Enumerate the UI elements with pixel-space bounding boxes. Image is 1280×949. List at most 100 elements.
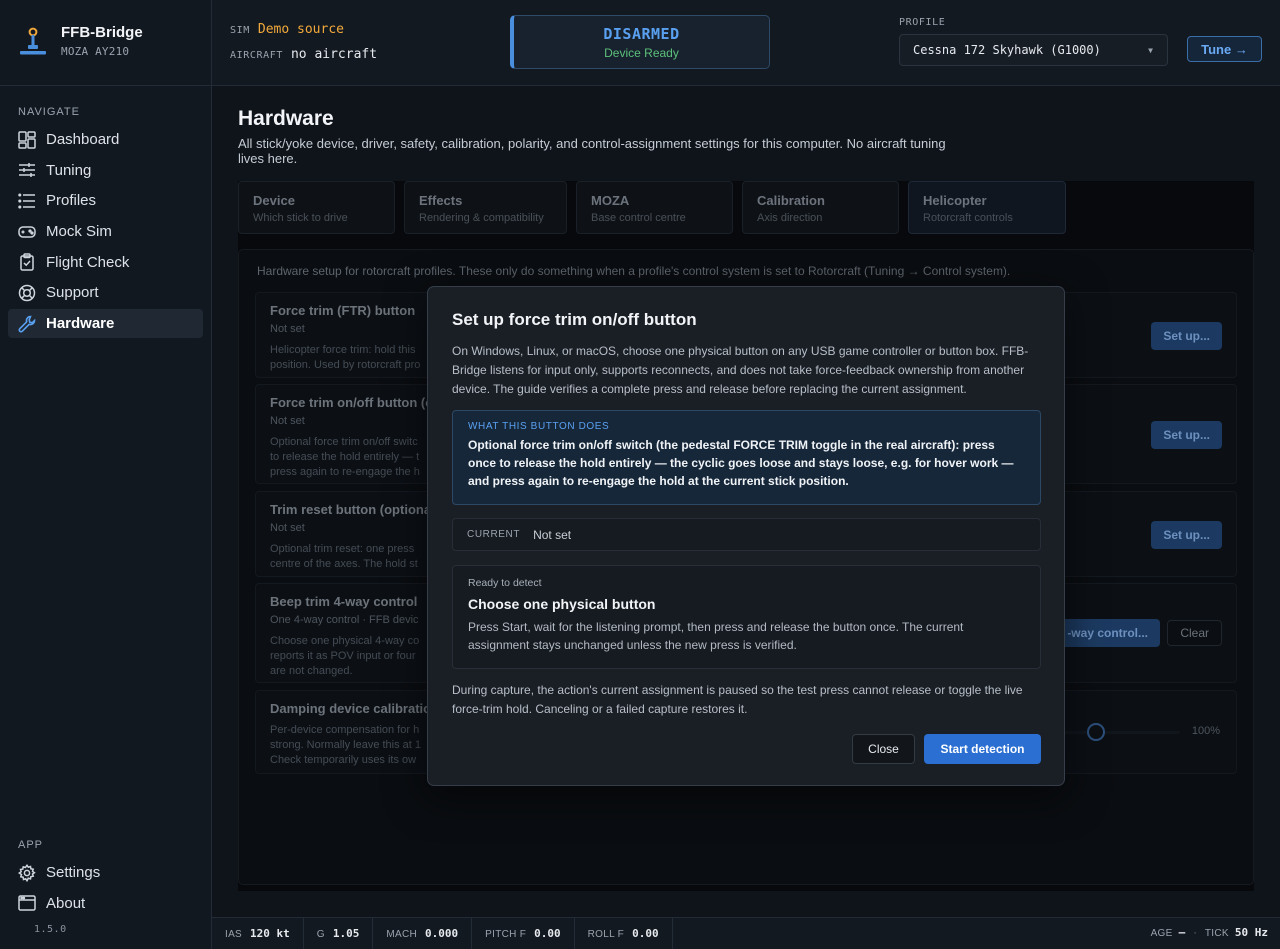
page-description: All stick/yoke device, driver, safety, c… [238, 136, 946, 166]
tab-helicopter[interactable]: Helicopter Rotorcraft controls [908, 181, 1066, 234]
list-icon [18, 193, 35, 209]
damping-slider-handle[interactable] [1087, 723, 1105, 741]
tab-subtitle: Rendering & compatibility [419, 212, 544, 224]
sidebar-item-label: Profiles [46, 192, 97, 210]
profile-label: PROFILE [899, 17, 946, 28]
tab-device[interactable]: Device Which stick to drive [238, 181, 395, 234]
start-detection-button[interactable]: Start detection [924, 734, 1041, 764]
card-description: Per-device compensation for h [270, 724, 420, 736]
tab-title: Helicopter [923, 193, 987, 208]
sidebar-item-label: About [46, 894, 86, 912]
sidebar-divider [0, 85, 211, 86]
card-description: Optional force trim on/off switc [270, 436, 418, 448]
stat-value: 0.00 [632, 926, 659, 940]
window-icon [18, 895, 36, 911]
chevron-down-icon: ▼ [1148, 45, 1153, 55]
sidebar-item-support[interactable]: Support [8, 278, 203, 307]
tab-moza[interactable]: MOZA Base control centre [576, 181, 733, 234]
damping-slider-track[interactable] [1056, 731, 1180, 734]
joystick-logo-icon [20, 27, 46, 55]
sidebar-item-label: Flight Check [46, 253, 130, 271]
close-button[interactable]: Close [852, 734, 915, 764]
page-title: Hardware [238, 107, 334, 130]
tune-button[interactable]: Tune → [1187, 36, 1262, 62]
sidebar-item-settings[interactable]: Settings [8, 858, 203, 887]
app-nav: Settings About [8, 858, 203, 919]
tab-title: Effects [419, 193, 463, 208]
stat-key: PITCH F [485, 928, 527, 940]
stat-value: 0.000 [425, 926, 459, 940]
tab-calibration[interactable]: Calibration Axis direction [742, 181, 899, 234]
sidebar-item-flight-check[interactable]: Flight Check [8, 248, 203, 277]
sidebar-item-dashboard[interactable]: Dashboard [8, 125, 203, 154]
card-description: Check temporarily uses its ow [270, 754, 417, 766]
tick-value: 50 Hz [1234, 926, 1268, 939]
sidebar-item-label: Dashboard [46, 131, 120, 148]
card-status: Not set [270, 415, 305, 427]
tab-effects[interactable]: Effects Rendering & compatibility [404, 181, 567, 234]
stat-pitch-force: PITCH F 0.00 [472, 917, 575, 949]
stat-value: 1.05 [332, 926, 360, 940]
sidebar-item-profiles[interactable]: Profiles [8, 186, 203, 215]
set-up-button[interactable]: Set up... [1151, 521, 1222, 549]
card-description: centre of the axes. The hold st [270, 558, 418, 570]
sidebar-item-label: Settings [46, 864, 101, 881]
card-description: to release the hold entirely — t [270, 451, 420, 463]
detection-box: Ready to detect Choose one physical butt… [452, 565, 1041, 669]
age-key: AGE [1150, 928, 1173, 939]
stat-key: MACH [386, 928, 418, 940]
tab-title: Device [253, 193, 295, 208]
device-ready-status: Device Ready [604, 46, 679, 60]
card-description: Choose one physical 4-way co [270, 635, 420, 647]
set-up-4-way-control-button[interactable]: -way control... [1055, 619, 1160, 647]
card-description: position. Used by rotorcraft pro [270, 359, 421, 371]
sliders-icon [19, 163, 35, 178]
app-version: 1.5.0 [34, 924, 67, 935]
set-up-button[interactable]: Set up... [1151, 322, 1222, 350]
status-bar: IAS 120 kt G 1.05 MACH 0.000 PITCH F 0.0… [212, 917, 1280, 949]
gamepad-icon [18, 225, 36, 238]
app-heading: APP [18, 839, 44, 851]
sidebar-item-mock-sim[interactable]: Mock Sim [8, 217, 203, 246]
stat-value: 120 kt [250, 926, 290, 940]
stat-ias: IAS 120 kt [212, 917, 304, 949]
tab-subtitle: Rotorcraft controls [923, 212, 1013, 224]
arm-status-button[interactable]: DISARMED Device Ready [510, 15, 770, 69]
brand: FFB-Bridge MOZA AY210 [18, 24, 143, 58]
sidebar-item-label: Support [46, 284, 99, 302]
sidebar-item-hardware[interactable]: Hardware [8, 309, 203, 339]
card-title: Beep trim 4-way control [270, 594, 418, 609]
detection-status: Ready to detect [468, 577, 542, 589]
tab-subtitle: Base control centre [591, 212, 686, 224]
aircraft-key: AIRCRAFT [230, 50, 283, 61]
damping-value: 100% [1191, 725, 1220, 737]
sidebar-item-tuning[interactable]: Tuning [8, 156, 203, 185]
card-status: Not set [270, 522, 305, 534]
capture-note: During capture, the action's current ass… [452, 683, 1023, 716]
wrench-icon [18, 315, 36, 333]
status-right: AGE — · TICK 50 Hz [1151, 918, 1268, 949]
detection-title: Choose one physical button [468, 596, 656, 612]
card-description: Optional trim reset: one press [270, 543, 415, 555]
stat-key: G [316, 928, 325, 940]
card-title: Trim reset button (optiona [270, 502, 432, 517]
card-description: strong. Normally leave this at 1 [270, 739, 422, 751]
aircraft-value: no aircraft [290, 47, 378, 62]
tab-subtitle: Which stick to drive [253, 212, 348, 224]
nav-heading: NAVIGATE [18, 106, 80, 118]
set-up-button[interactable]: Set up... [1151, 421, 1222, 449]
profile-select[interactable]: Cessna 172 Skyhawk (G1000) ▼ [899, 34, 1168, 66]
sidebar-item-about[interactable]: About [8, 889, 203, 918]
top-bar: SIM Demo source AIRCRAFT no aircraft DIS… [212, 0, 1280, 86]
force-trim-setup-dialog: Set up force trim on/off button On Windo… [427, 286, 1065, 786]
clear-button[interactable]: Clear [1167, 620, 1222, 646]
tab-title: Calibration [757, 193, 825, 208]
card-status: Not set [270, 323, 305, 335]
sidebar-item-label: Hardware [46, 315, 115, 333]
button-purpose-box: WHAT THIS BUTTON DOES Optional force tri… [452, 410, 1041, 505]
card-title: Force trim on/off button (o [270, 395, 434, 410]
app-title: FFB-Bridge [61, 24, 143, 41]
detection-text: Press Start, wait for the listening prom… [468, 620, 964, 652]
dashboard-icon [18, 130, 36, 149]
current-assignment: CURRENT Not set [452, 518, 1041, 551]
